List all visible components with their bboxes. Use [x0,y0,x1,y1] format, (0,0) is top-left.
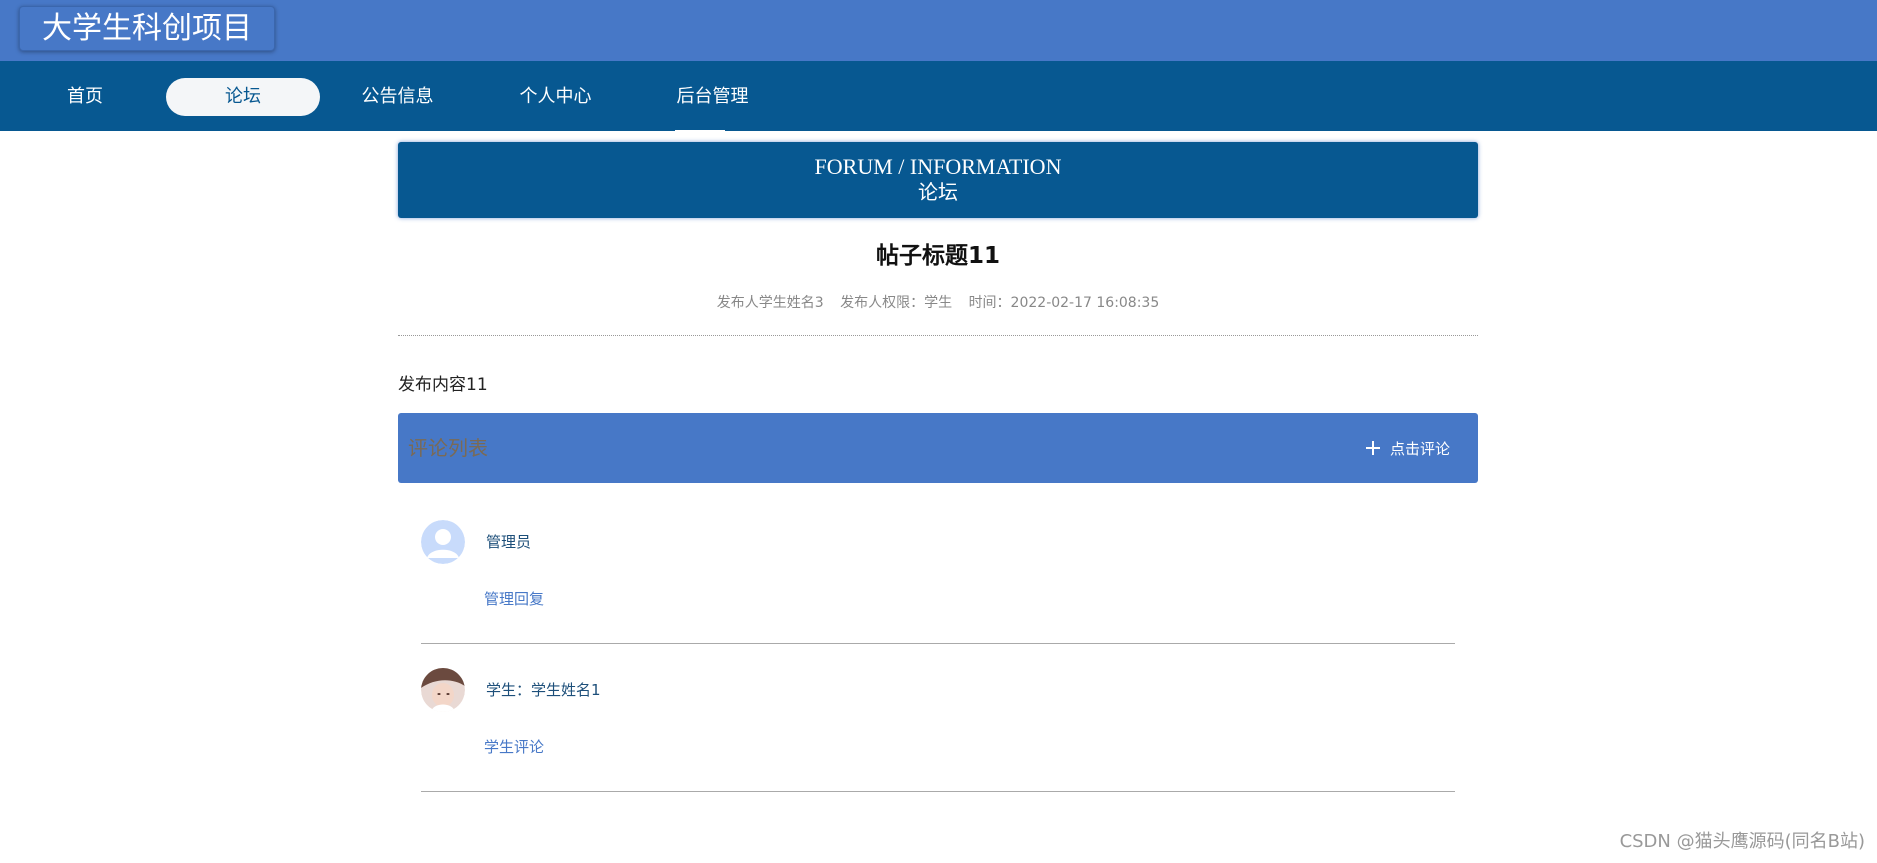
site-title[interactable]: 大学生科创项目 [19,6,275,51]
section-banner: FORUM / INFORMATION 论坛 [398,142,1478,218]
post-time: 时间：2022-02-17 16:08:35 [968,295,1160,311]
nav-item-profile[interactable]: 个人中心 [508,78,603,116]
comment-item: 管理员 管理回复 [421,495,1455,644]
comment-author: 管理员 [486,533,532,551]
nav-item-home[interactable]: 首页 [45,78,125,116]
main-nav: 首页 论坛 公告信息 个人中心 后台管理 [0,61,1877,131]
top-header: 大学生科创项目 [0,0,1877,61]
nav-item-forum[interactable]: 论坛 [166,78,320,116]
nav-item-announcements[interactable]: 公告信息 [350,78,445,116]
banner-chinese-title: 论坛 [918,182,958,204]
comment-author: 学生：学生姓名1 [486,681,601,699]
comments-title: 评论列表 [408,436,488,460]
comment-item: 学生：学生姓名1 学生评论 [421,643,1455,792]
add-comment-label: 点击评论 [1389,440,1450,458]
watermark: CSDN @猫头鹰源码(同名B站) [1619,831,1865,852]
post-meta: 发布人学生姓名3 发布人权限：学生 时间：2022-02-17 16:08:35 [398,293,1478,313]
plus-icon [1365,441,1380,455]
page: 大学生科创项目 首页 论坛 公告信息 个人中心 后台管理 FORUM / INF… [0,0,1877,863]
photo-avatar [421,668,465,712]
comment-text: 管理回复 [484,590,545,608]
nav-hover-underline [675,130,725,132]
default-user-icon [421,520,465,564]
post-role: 发布人权限：学生 [840,295,953,311]
nav-item-admin[interactable]: 后台管理 [665,78,760,116]
banner-english-title: FORUM / INFORMATION [814,154,1062,179]
post-divider [398,335,1478,336]
comment-text: 学生评论 [484,738,545,756]
add-comment-button[interactable]: 点击评论 [1365,437,1450,461]
comments-header: 评论列表 点击评论 [398,413,1478,483]
post-author: 发布人学生姓名3 [716,295,824,311]
post-title: 帖子标题11 [875,243,1000,269]
post-content: 发布内容11 [398,375,488,395]
